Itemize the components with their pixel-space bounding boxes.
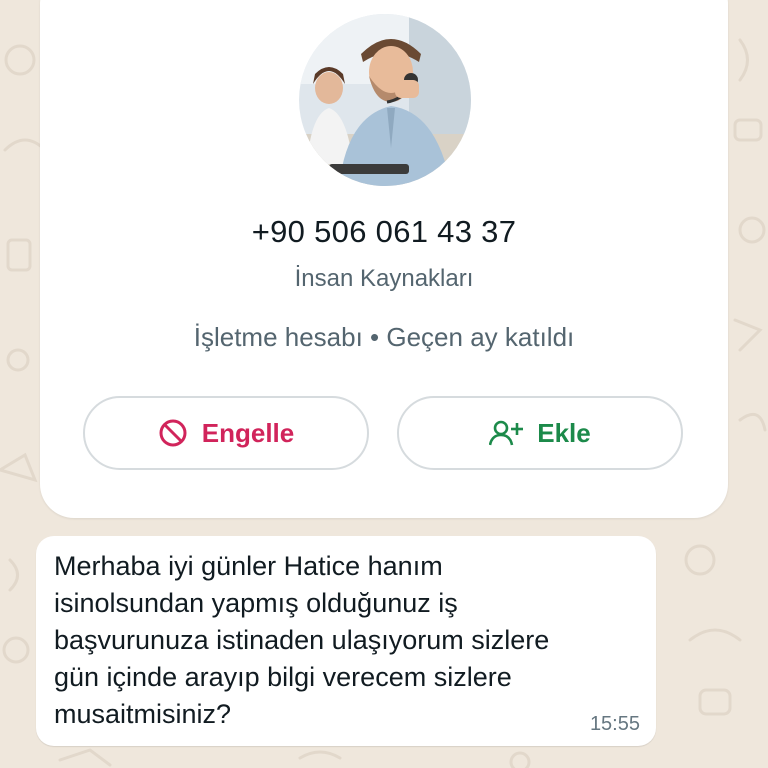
- block-icon: [158, 418, 188, 448]
- avatar[interactable]: [299, 14, 471, 186]
- block-button[interactable]: Engelle: [83, 396, 369, 470]
- contact-phone-number: +90 506 061 43 37: [251, 214, 517, 249]
- message-timestamp: 15:55: [589, 713, 640, 735]
- add-contact-button-label: Ekle: [537, 417, 591, 448]
- block-button-label: Engelle: [201, 417, 295, 448]
- contact-about: İnsan Kaynakları: [294, 265, 474, 292]
- message-text: Merhaba iyi günler Hatice hanım isinolsu…: [54, 551, 550, 729]
- business-account-info: İşletme hesabı • Geçen ay katıldı: [193, 322, 575, 352]
- add-contact-button[interactable]: Ekle: [397, 396, 683, 470]
- incoming-message-bubble[interactable]: Merhaba iyi günler Hatice hanım isinolsu…: [36, 536, 656, 746]
- add-contact-icon: [489, 419, 524, 447]
- profile-photo: [299, 14, 471, 186]
